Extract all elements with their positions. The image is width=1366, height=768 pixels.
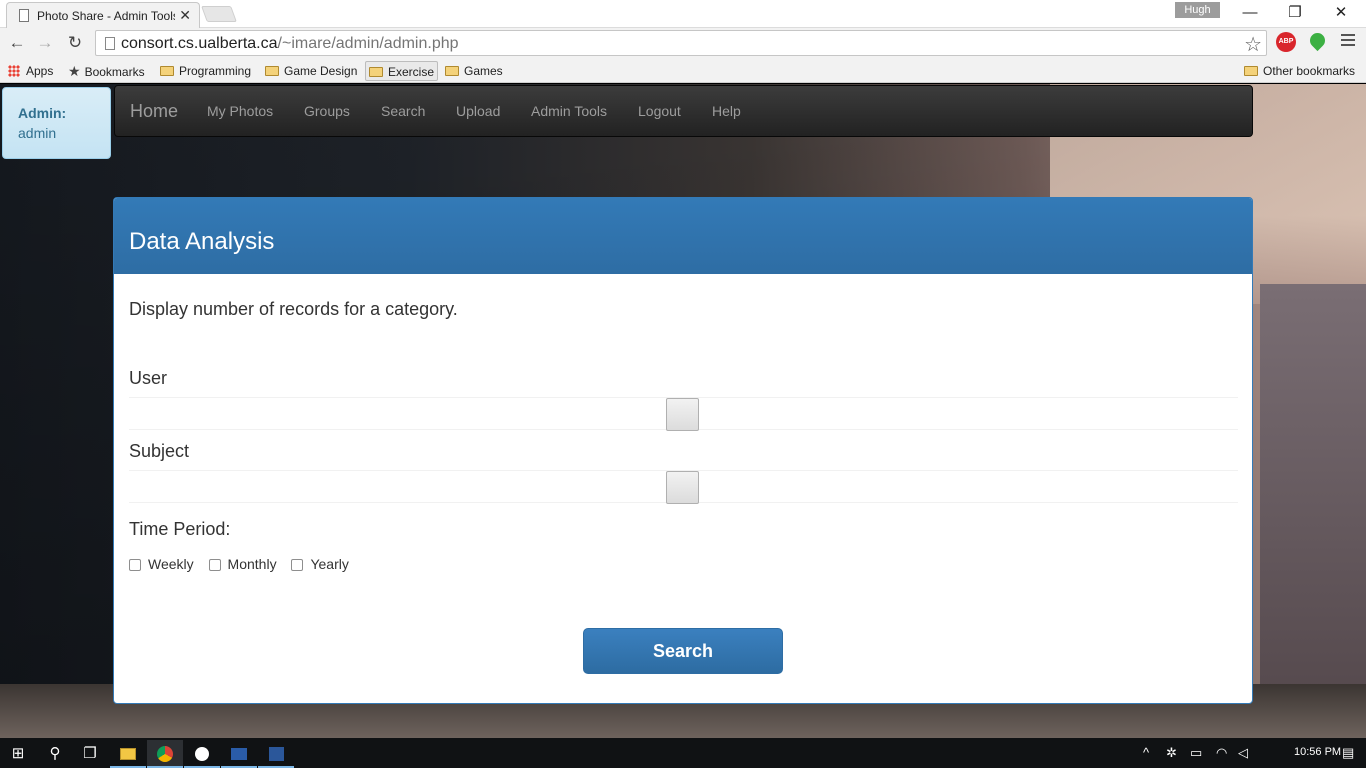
nav-my-photos[interactable]: My Photos — [207, 103, 273, 119]
nav-groups[interactable]: Groups — [304, 103, 350, 119]
forward-button[interactable]: → — [33, 31, 57, 55]
nav-home[interactable]: Home — [130, 101, 178, 122]
page-icon — [19, 9, 29, 22]
tab-title: Photo Share - Admin Tools — [37, 9, 175, 23]
folder-icon — [1244, 66, 1258, 76]
folder-icon — [445, 66, 459, 76]
monthly-checkbox[interactable] — [208, 559, 221, 571]
yearly-option[interactable]: Yearly — [291, 556, 349, 572]
weekly-checkbox[interactable] — [129, 559, 141, 571]
url-host: consort.cs.ualberta.ca — [121, 35, 278, 52]
new-tab-button[interactable] — [201, 6, 237, 22]
steam-icon[interactable] — [184, 740, 220, 768]
browser-tab[interactable]: Photo Share - Admin Tools ✕ — [6, 2, 200, 28]
panel-title: Data Analysis — [129, 228, 275, 255]
admin-info-box: Admin: admin — [2, 87, 111, 159]
settings-icon[interactable]: ✲ — [1166, 738, 1177, 768]
reload-button[interactable]: ↻ — [63, 31, 87, 55]
chrome-icon[interactable] — [147, 740, 183, 768]
bookmark-game-design[interactable]: Game Design — [262, 61, 360, 81]
bookmark-label: Programming — [179, 64, 252, 78]
close-window-button[interactable]: ✕ — [1321, 3, 1361, 23]
admin-label: Admin: — [18, 105, 67, 121]
star-icon: ★ — [68, 63, 81, 79]
bookmark-label: Games — [464, 64, 503, 78]
windows-taskbar: ⊞ ⚲ ❐ ^ ✲ ▭ ◠ ◁ 10:56 PM ▤ — [0, 738, 1366, 768]
time-period-label: Time Period: — [129, 519, 231, 539]
show-hidden-icons[interactable]: ^ — [1143, 738, 1149, 768]
taskbar-clock[interactable]: 10:56 PM — [1294, 738, 1341, 768]
wifi-icon[interactable]: ◠ — [1216, 738, 1227, 768]
folder-icon — [369, 67, 383, 77]
chrome-menu-icon[interactable] — [1341, 34, 1355, 48]
apps-icon — [8, 65, 20, 77]
nav-search[interactable]: Search — [381, 103, 425, 119]
subject-label: Subject — [129, 441, 190, 461]
nav-help[interactable]: Help — [712, 103, 741, 119]
user-select-button[interactable] — [666, 398, 699, 431]
notifications-icon[interactable]: ▤ — [1342, 738, 1354, 768]
bookmark-games[interactable]: Games — [442, 61, 506, 81]
volume-icon[interactable]: ◁ — [1238, 738, 1248, 768]
battery-icon[interactable]: ▭ — [1190, 738, 1202, 768]
file-explorer-icon[interactable] — [110, 740, 146, 768]
time-period-options: Weekly Monthly Yearly — [129, 556, 360, 572]
weekly-option[interactable]: Weekly — [129, 556, 194, 572]
tab-close-icon[interactable]: ✕ — [179, 7, 191, 24]
page-info-icon[interactable] — [105, 37, 115, 50]
browser-toolbar: ← → ↻ consort.cs.ualberta.ca/~imare/admi… — [0, 28, 1366, 58]
bookmark-label: Exercise — [388, 65, 435, 79]
adblock-plus-icon[interactable]: ABP — [1276, 32, 1296, 52]
subject-select-button[interactable] — [666, 471, 699, 504]
bookmark-star-icon[interactable]: ☆ — [1244, 32, 1262, 57]
user-select[interactable] — [129, 397, 1238, 431]
bookmark-other[interactable]: Other bookmarks — [1241, 61, 1358, 81]
back-button[interactable]: ← — [5, 31, 29, 55]
task-view-icon[interactable]: ❐ — [72, 740, 108, 768]
extension-pin-icon[interactable] — [1306, 29, 1329, 52]
bookmark-programming[interactable]: Programming — [157, 61, 254, 81]
bookmark-label: Other bookmarks — [1263, 64, 1356, 78]
minimize-button[interactable]: — — [1230, 3, 1270, 23]
url-path: /~imare/admin/admin.php — [277, 35, 459, 52]
restore-button[interactable]: ❐ — [1275, 3, 1315, 23]
bookmark-apps[interactable]: Apps — [5, 61, 56, 81]
folder-icon — [160, 66, 174, 76]
monthly-option[interactable]: Monthly — [208, 556, 277, 572]
yearly-checkbox[interactable] — [291, 559, 304, 571]
data-analysis-panel: Data Analysis Display number of records … — [113, 197, 1253, 704]
search-button[interactable]: Search — [583, 628, 783, 674]
browser-title-bar: Photo Share - Admin Tools ✕ Hugh — ❐ ✕ — [0, 0, 1366, 28]
weekly-label: Weekly — [148, 556, 194, 572]
folder-icon — [265, 66, 279, 76]
top-navbar: Home My Photos Groups Search Upload Admi… — [114, 85, 1253, 137]
url-text[interactable]: consort.cs.ualberta.ca/~imare/admin/admi… — [121, 35, 459, 53]
admin-username: admin — [18, 125, 57, 141]
subject-select[interactable] — [129, 470, 1238, 504]
panel-description: Display number of records for a category… — [129, 299, 458, 319]
address-bar[interactable]: consort.cs.ualberta.ca/~imare/admin/admi… — [95, 30, 1267, 56]
bookmark-bookmarks[interactable]: ★ Bookmarks — [65, 61, 148, 81]
start-button[interactable]: ⊞ — [0, 740, 36, 768]
bookmarks-bar: Apps ★ Bookmarks Programming Game Design … — [0, 58, 1366, 83]
monthly-label: Monthly — [227, 556, 277, 572]
search-icon[interactable]: ⚲ — [37, 740, 73, 768]
nav-logout[interactable]: Logout — [638, 103, 681, 119]
bookmark-label: Bookmarks — [84, 65, 145, 79]
bookmark-label: Apps — [26, 64, 54, 78]
bookmark-label: Game Design — [284, 64, 358, 78]
powershell-icon[interactable] — [221, 740, 257, 768]
background-building — [1260, 284, 1366, 714]
bookmark-exercise[interactable]: Exercise — [365, 61, 439, 81]
user-label: User — [129, 368, 168, 388]
panel-heading: Data Analysis — [114, 198, 1252, 274]
nav-admin-tools[interactable]: Admin Tools — [531, 103, 607, 119]
page-content: Admin: admin Home My Photos Groups Searc… — [0, 84, 1366, 738]
word-icon[interactable] — [258, 740, 294, 768]
nav-upload[interactable]: Upload — [456, 103, 500, 119]
yearly-label: Yearly — [310, 556, 349, 572]
profile-button[interactable]: Hugh — [1175, 2, 1220, 18]
